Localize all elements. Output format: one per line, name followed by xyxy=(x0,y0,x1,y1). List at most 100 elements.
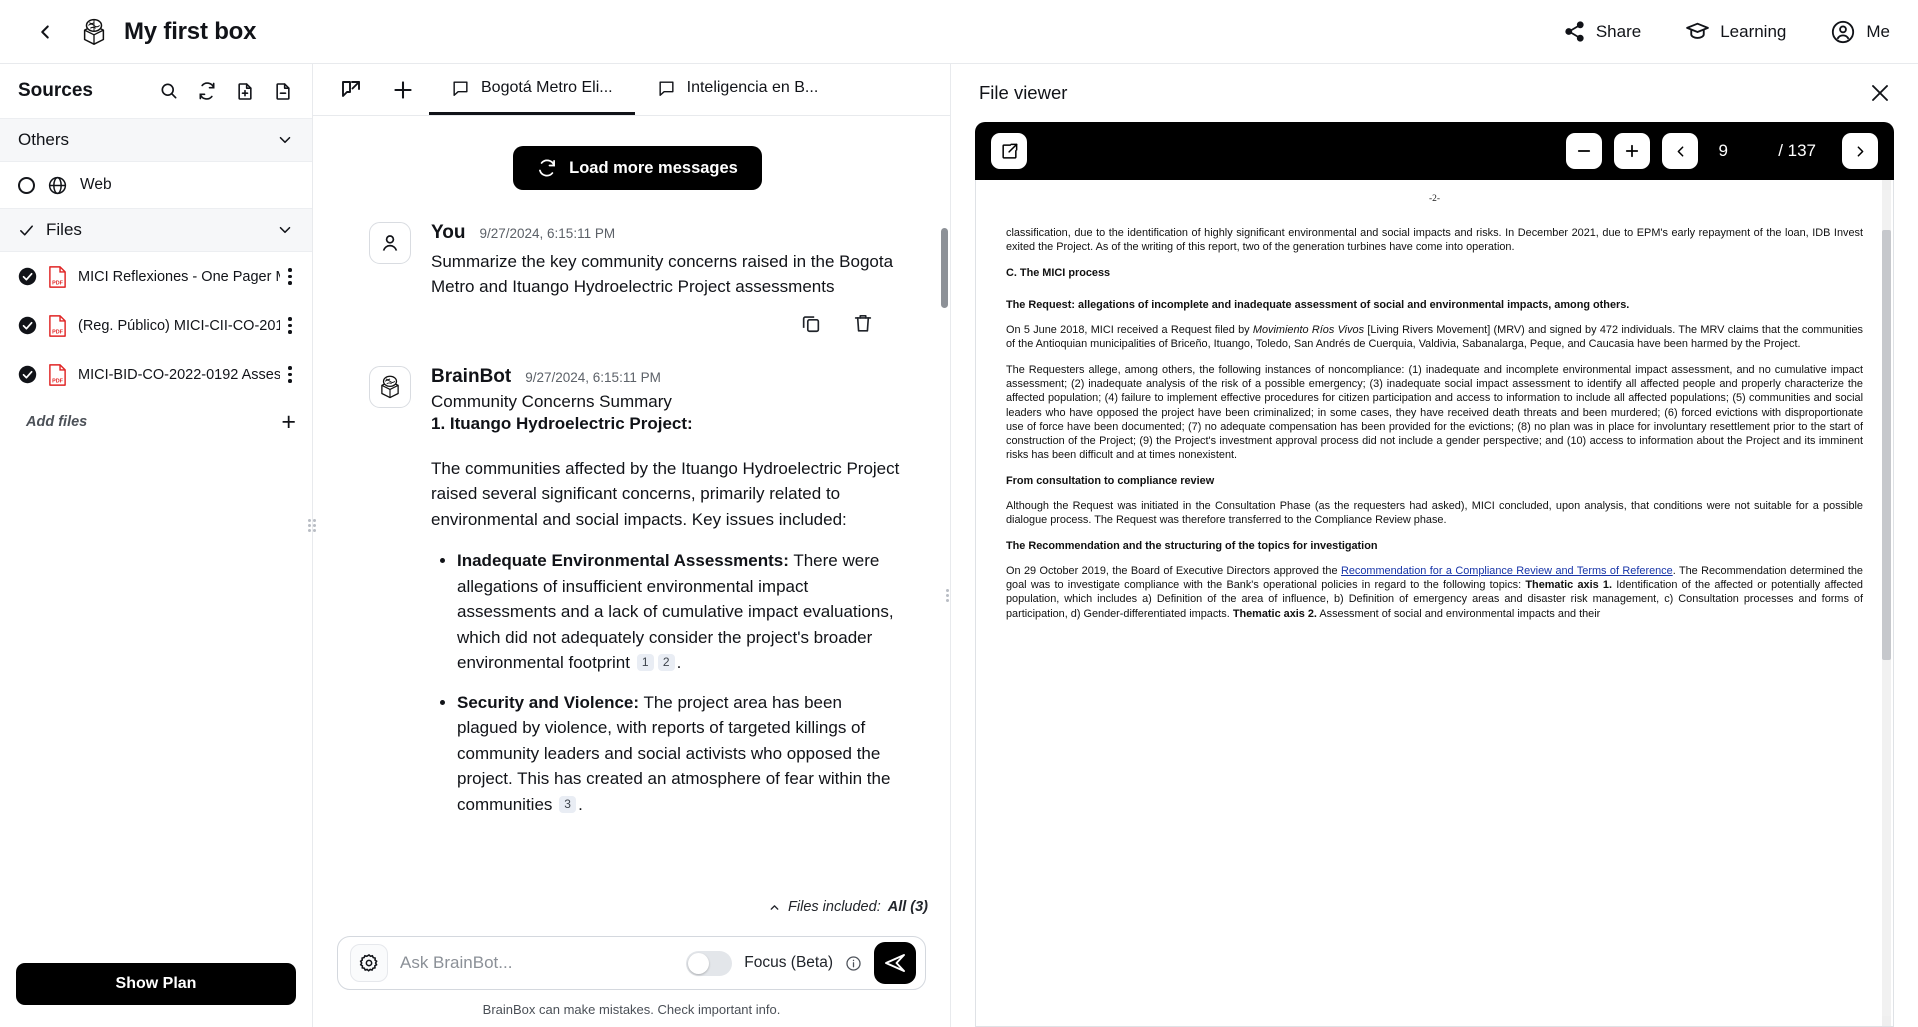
sidebar-resize-handle[interactable] xyxy=(307,516,317,534)
response-heading: Community Concerns Summary xyxy=(431,391,672,411)
tab-bogota-metro[interactable]: Bogotá Metro Eli... xyxy=(429,64,635,115)
main-body: Sources Others Web Files PDF MICI Reflex… xyxy=(0,64,1918,1027)
refresh-icon[interactable] xyxy=(196,80,218,102)
current-page-number[interactable]: 9 xyxy=(1710,141,1736,161)
pdf-scroll-up-arrow[interactable] xyxy=(1882,180,1891,190)
show-plan-button[interactable]: Show Plan xyxy=(16,963,296,1005)
pdf-scrollbar-thumb[interactable] xyxy=(1882,230,1891,660)
open-external-button[interactable] xyxy=(991,133,1027,169)
sidebar-group-others[interactable]: Others xyxy=(0,118,312,162)
chevron-left-icon xyxy=(1677,145,1684,157)
next-page-button[interactable] xyxy=(1842,133,1878,169)
message-body: You 9/27/2024, 6:15:11 PM Summarize the … xyxy=(431,222,906,334)
copy-icon[interactable] xyxy=(800,312,822,334)
learning-label: Learning xyxy=(1720,21,1787,41)
add-files-label: Add files xyxy=(26,414,88,430)
add-tab-button[interactable] xyxy=(377,64,429,115)
file-options-button[interactable] xyxy=(280,317,300,334)
sources-header-icons xyxy=(158,80,294,102)
tab-label: Bogotá Metro Eli... xyxy=(481,79,613,96)
search-icon[interactable] xyxy=(158,80,180,102)
plus-icon xyxy=(1626,144,1639,158)
chat-resize-handle[interactable] xyxy=(945,586,950,604)
source-item-web[interactable]: Web xyxy=(0,162,312,208)
back-button[interactable] xyxy=(28,15,62,49)
pdf-heading: From consultation to compliance review xyxy=(1006,474,1215,487)
chevron-up-icon xyxy=(770,904,779,910)
load-more-wrapper: Load more messages xyxy=(369,146,906,190)
pdf-paragraph: The Requesters allege, among others, the… xyxy=(1006,363,1863,462)
pdf-scroll-down-arrow[interactable] xyxy=(1882,1016,1891,1026)
add-files-row[interactable]: Add files + xyxy=(0,399,312,445)
pdf-paragraph: Although the Request was initiated in th… xyxy=(1006,499,1863,527)
avatar xyxy=(369,222,411,264)
sidebar-group-files[interactable]: Files xyxy=(0,208,312,252)
message-composer: Focus (Beta) xyxy=(337,936,926,990)
tab-inteligencia[interactable]: Inteligencia en B... xyxy=(635,64,841,115)
avatar xyxy=(369,365,411,408)
trash-icon[interactable] xyxy=(852,312,874,334)
tab-label: Inteligencia en B... xyxy=(686,79,819,96)
plus-icon[interactable]: + xyxy=(281,409,296,435)
file-options-button[interactable] xyxy=(280,366,300,383)
zoom-out-button[interactable] xyxy=(1566,133,1603,169)
zoom-in-button[interactable] xyxy=(1614,133,1651,169)
file-name: MICI Reflexiones - One Pager M... xyxy=(78,268,280,285)
brainbox-logo-icon xyxy=(381,375,399,399)
sources-title: Sources xyxy=(18,80,93,101)
bullet-title: Inadequate Environmental Assessments: xyxy=(457,551,789,571)
files-included-indicator[interactable]: Files included: All (3) xyxy=(760,899,928,915)
chat-bubble-icon xyxy=(453,80,468,96)
chat-messages: Load more messages You 9/27/2024, 6:15:1… xyxy=(313,116,950,817)
file-list-item[interactable]: PDF MICI-BID-CO-2022-0192 Asses... xyxy=(0,350,312,399)
pdf-toolbar-controls: 9 / 137 xyxy=(1566,133,1878,169)
checked-circle-icon[interactable] xyxy=(18,267,37,286)
pdf-toolbar: 9 / 137 xyxy=(975,122,1894,180)
file-list-item[interactable]: PDF (Reg. Público) MICI-CII-CO-201... xyxy=(0,301,312,350)
close-icon[interactable] xyxy=(1868,81,1892,105)
me-label: Me xyxy=(1866,21,1890,41)
chat-scrollbar[interactable] xyxy=(941,228,948,308)
pdf-italic: Movimiento Ríos Vivos xyxy=(1252,324,1365,337)
web-radio[interactable] xyxy=(18,176,35,194)
me-button[interactable]: Me xyxy=(1830,19,1890,45)
citation-badge[interactable]: 3 xyxy=(559,795,577,813)
file-options-button[interactable] xyxy=(280,268,300,285)
message-author: You xyxy=(431,222,466,243)
message-actions xyxy=(431,312,906,334)
new-chat-icon[interactable] xyxy=(325,64,377,115)
citation-badge[interactable]: 2 xyxy=(657,654,675,672)
pdf-hyperlink[interactable]: Recommendation for a Compliance Review a… xyxy=(1341,565,1673,577)
files-group-check[interactable] xyxy=(18,222,40,239)
settings-button[interactable] xyxy=(350,944,388,982)
pdf-paragraph: On 5 June 2018, MICI received a Request … xyxy=(1006,324,1864,351)
share-button[interactable]: Share xyxy=(1563,20,1641,43)
gear-icon xyxy=(359,953,378,972)
chat-scroll-area[interactable]: Load more messages You 9/27/2024, 6:15:1… xyxy=(313,116,950,936)
app-root: My first box Share Learning Me Sources O… xyxy=(0,0,1918,1027)
citation-badge[interactable]: 1 xyxy=(636,654,654,672)
sources-header: Sources xyxy=(0,64,312,118)
chevron-down-icon xyxy=(279,226,291,234)
toggle-knob xyxy=(688,952,710,974)
message-timestamp: 9/27/2024, 6:15:11 PM xyxy=(525,369,661,385)
learning-button[interactable]: Learning xyxy=(1685,19,1786,44)
prev-page-button[interactable] xyxy=(1662,133,1699,169)
pdf-file-icon: PDF xyxy=(49,265,66,288)
export-file-icon[interactable] xyxy=(272,80,294,102)
import-file-icon[interactable] xyxy=(234,80,256,102)
checked-circle-icon[interactable] xyxy=(18,365,37,384)
send-button[interactable] xyxy=(874,942,916,984)
response-subheading: 1. Ituango Hydroelectric Project: xyxy=(431,413,693,433)
pdf-document-frame[interactable]: -2- classification, due to the identific… xyxy=(975,180,1894,1027)
file-list-item[interactable]: PDF MICI Reflexiones - One Pager M... xyxy=(0,252,312,301)
load-more-messages-button[interactable]: Load more messages xyxy=(513,146,762,190)
pdf-heading: The Recommendation and the structuring o… xyxy=(1006,539,1378,552)
checked-circle-icon[interactable] xyxy=(18,316,37,335)
pdf-paragraph: classification, due to the identificatio… xyxy=(1006,227,1863,254)
message-input[interactable] xyxy=(400,953,675,973)
load-more-label: Load more messages xyxy=(569,158,738,177)
info-icon[interactable] xyxy=(845,955,862,972)
file-viewer-panel: File viewer 9 / 137 -2- classification, … xyxy=(950,64,1918,1027)
focus-toggle[interactable] xyxy=(686,950,733,976)
